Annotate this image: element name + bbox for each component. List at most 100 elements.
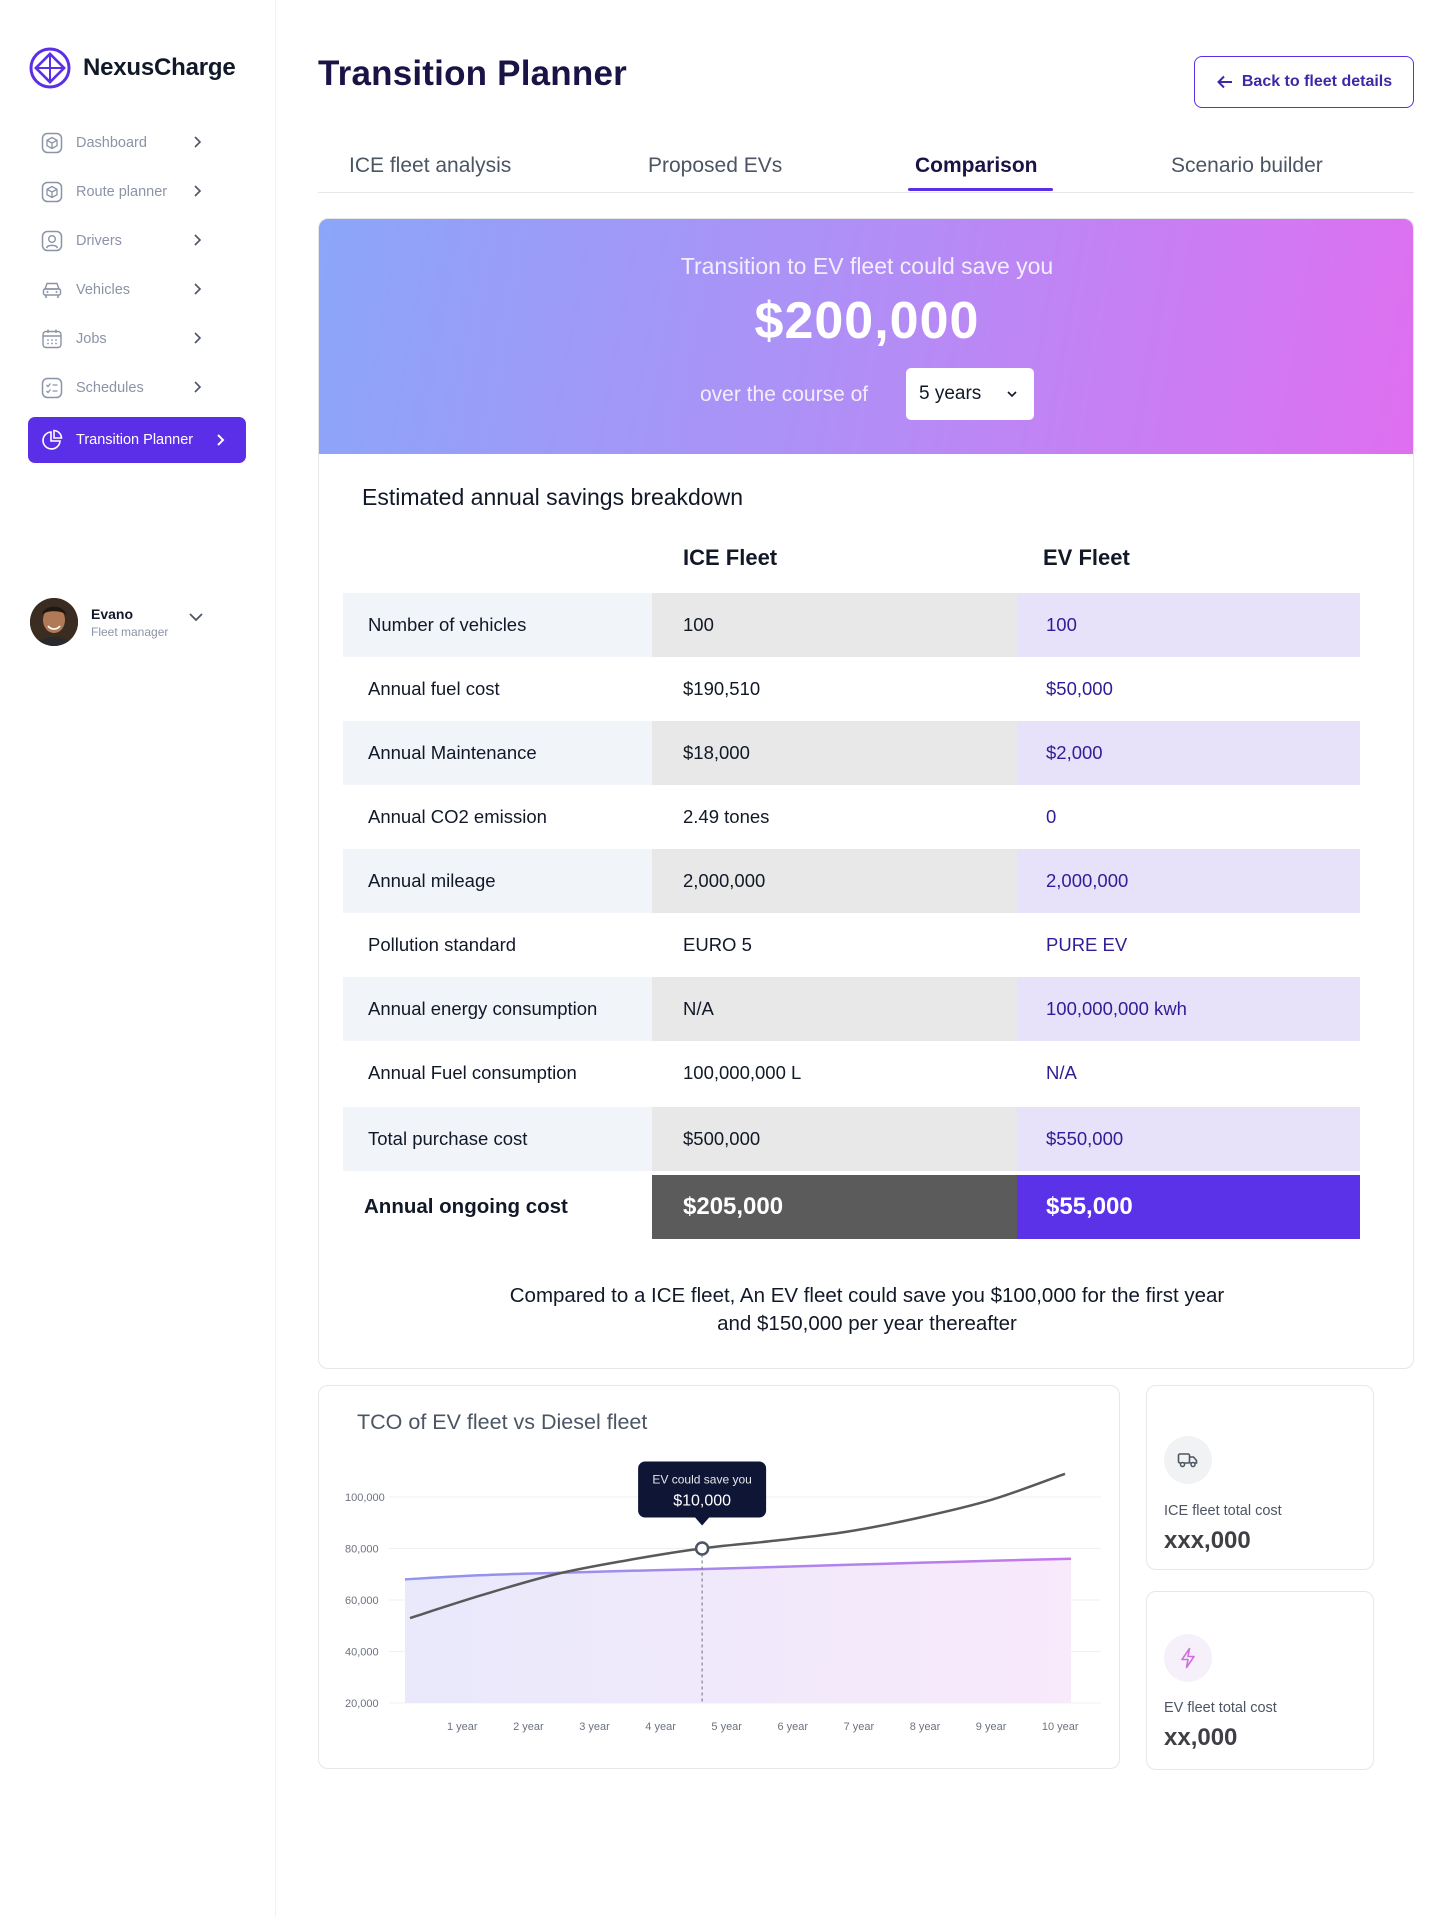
brand-logo-icon [29,47,71,89]
x-tick-label: 7 year [844,1721,875,1733]
ev-total-cost-card: EV fleet total cost xx,000 [1146,1591,1374,1770]
savings-amount: $200,000 [754,292,980,350]
x-tick-label: 8 year [910,1721,941,1733]
savings-banner: Transition to EV fleet could save you $2… [319,219,1413,454]
table-row: Number of vehicles 100 100 [343,593,1360,657]
driver-icon [40,229,64,253]
y-tick-label: 20,000 [345,1698,379,1710]
table-row: Annual mileage 2,000,000 2,000,000 [343,849,1360,913]
tco-chart-card: TCO of EV fleet vs Diesel fleet 100,000 8… [318,1385,1120,1769]
ice-total-cost-value: xxx,000 [1164,1527,1251,1554]
table-row: Total purchase cost $500,000 $550,000 [343,1107,1360,1171]
x-tick-label: 3 year [579,1721,610,1733]
sidebar-item-label: Transition Planner [76,432,194,448]
user-profile[interactable]: Evano Fleet manager [30,598,250,648]
ice-value: 2.49 tones [683,806,770,827]
sidebar-item-jobs[interactable]: Jobs [28,315,246,363]
back-to-fleet-details-button[interactable]: Back to fleet details [1194,56,1414,108]
active-tab-indicator [908,188,1053,191]
y-tick-label: 80,000 [345,1544,379,1556]
table-row: Annual energy consumption N/A 100,000,00… [343,977,1360,1041]
ice-value: 2,000,000 [652,849,1017,913]
sidebar-item-label: Schedules [76,380,144,396]
ev-value: 100 [1017,593,1360,657]
row-label: Annual mileage [343,849,652,913]
tab-ice-fleet-analysis[interactable]: ICE fleet analysis [349,154,511,178]
calendar-icon [40,327,64,351]
x-tick-label: 9 year [976,1721,1007,1733]
chevron-down-icon[interactable] [187,608,205,626]
ev-value: $2,000 [1017,721,1360,785]
sidebar-item-schedules[interactable]: Schedules [28,364,246,412]
sidebar-item-drivers[interactable]: Drivers [28,217,246,265]
sidebar-item-route-planner[interactable]: Route planner [28,168,246,216]
sidebar-item-label: Vehicles [76,282,131,298]
y-tick-label: 60,000 [345,1595,379,1607]
sidebar-item-label: Dashboard [76,135,147,151]
x-tick-label: 10 year [1042,1721,1079,1733]
tab-scenario-builder[interactable]: Scenario builder [1171,154,1323,178]
ev-total-cost-value: xx,000 [1164,1724,1238,1751]
x-tick-label: 6 year [778,1721,809,1733]
pie-chart-icon [40,428,64,452]
chevron-right-icon [194,185,202,197]
period-select[interactable]: 5 years [906,368,1034,420]
row-label: Annual Fuel consumption [368,1062,577,1083]
x-tick-label: 4 year [645,1721,676,1733]
car-icon [40,278,64,302]
breakdown-title: Estimated annual savings breakdown [362,484,744,510]
sidebar-item-dashboard[interactable]: Dashboard [28,119,246,167]
ev-value: $550,000 [1017,1107,1360,1171]
ice-value: $190,510 [683,678,761,699]
tooltip-point [694,1541,710,1556]
table-row: Annual Maintenance $18,000 $2,000 [343,721,1360,785]
lightning-icon [1164,1634,1212,1682]
chevron-right-icon [217,434,225,446]
sidebar-item-vehicles[interactable]: Vehicles [28,266,246,314]
route-icon [40,180,64,204]
ev-total-cost-label: EV fleet total cost [1164,1700,1277,1716]
table-row: Annual Fuel consumption 100,000,000 L N/… [343,1041,1360,1105]
table-row: Annual CO2 emission 2.49 tones 0 [343,785,1360,849]
ev-value: PURE EV [1046,934,1128,955]
row-label: Pollution standard [368,934,517,955]
column-header-ev: EV Fleet [1043,545,1130,570]
tooltip-value: $10,000 [673,1493,731,1510]
tooltip-pointer [695,1517,710,1526]
ev-value: 2,000,000 [1017,849,1360,913]
schedule-icon [40,376,64,400]
truck-icon [1164,1436,1212,1484]
ev-value: $50,000 [1046,678,1113,699]
ice-value: $500,000 [652,1107,1017,1171]
tab-bar: ICE fleet analysis Proposed EVs Comparis… [318,142,1414,193]
ice-value: $18,000 [652,721,1017,785]
chevron-down-icon [1007,391,1017,398]
sidebar-item-transition-planner[interactable]: Transition Planner [28,417,246,463]
brand[interactable]: NexusCharge [28,46,236,90]
sidebar-item-label: Drivers [76,233,122,249]
total-label: Annual ongoing cost [364,1195,568,1218]
ice-value: EURO 5 [683,934,752,955]
ice-total-value: $205,000 [652,1175,1017,1239]
chevron-right-icon [194,283,202,295]
sidebar-nav: Dashboard Route planner Drivers Vehicles [28,119,246,464]
row-label: Annual Maintenance [343,721,652,785]
ev-value: 0 [1046,806,1057,827]
tab-comparison[interactable]: Comparison [915,154,1038,178]
course-label: over the course of [700,383,869,406]
table-row: Annual fuel cost $190,510 $50,000 [343,657,1360,721]
sidebar-item-label: Jobs [76,331,107,347]
x-tick-label: 5 year [711,1721,742,1733]
total-row: Annual ongoing cost $205,000 $55,000 [343,1175,1360,1239]
tco-chart: 100,000 80,000 60,000 40,000 20,000 1 year 2 y… [345,1461,1101,1733]
cube-icon [40,131,64,155]
table-row: Pollution standard EURO 5 PURE EV [343,913,1360,977]
ev-area-fill [405,1558,1071,1703]
back-button-label: Back to fleet details [1241,73,1393,90]
tab-proposed-evs[interactable]: Proposed EVs [648,154,782,178]
savings-subtitle: Transition to EV fleet could save you [680,253,1054,279]
user-role: Fleet manager [91,625,169,639]
brand-name: NexusCharge [83,54,236,81]
y-tick-label: 40,000 [345,1647,379,1659]
chevron-right-icon [194,381,202,393]
